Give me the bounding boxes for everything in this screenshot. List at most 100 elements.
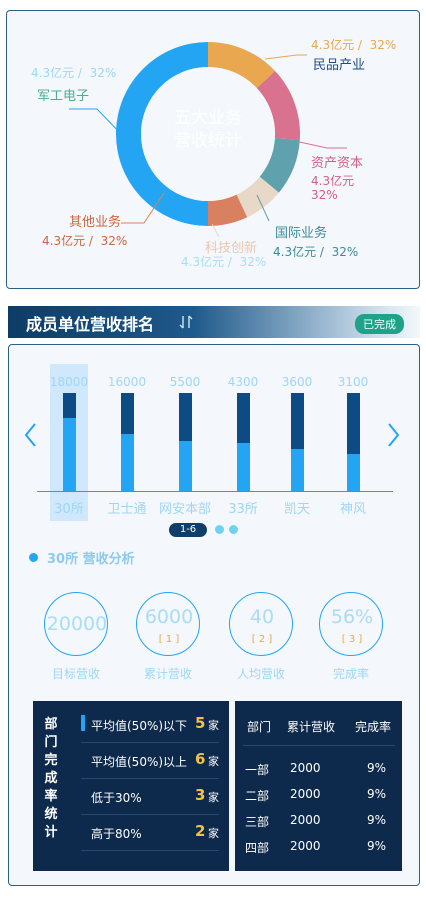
bar-segment-remaining[interactable]: [291, 393, 304, 449]
legend-value-kjcx: 4.3亿元 / 32%: [181, 255, 267, 269]
legend-name-gjyw: 国际业务: [275, 226, 328, 241]
cell-dept: 一部: [245, 763, 270, 777]
analysis-bullet-icon: [29, 553, 38, 562]
kpi-value: 40: [249, 606, 275, 628]
legend-value-gjyw: 4.3亿元 / 32%: [273, 245, 359, 259]
active-row-marker: [81, 715, 85, 731]
stat-row[interactable]: 平均值(50%)以上 6 家: [81, 743, 219, 779]
bar-category-label[interactable]: 33所: [215, 498, 271, 517]
stat-count: 2: [195, 822, 206, 840]
donut-leader-line: [294, 140, 347, 149]
bar-segment-achieved[interactable]: [179, 441, 192, 491]
kpi-value: 6000: [144, 606, 194, 628]
bar-category-label[interactable]: 神风: [325, 498, 381, 517]
kpi-label: 累计营收: [143, 667, 192, 681]
ranking-section-header: 成员单位营收排名 已完成: [8, 306, 420, 338]
legend-percent-zczb: 32%: [311, 188, 338, 202]
bar-category-label[interactable]: 凯天: [269, 498, 325, 517]
donut-center-title-line1: 五大业务: [174, 108, 242, 128]
stat-unit: 家: [208, 755, 219, 768]
donut-center-title-line2: 营收统计: [174, 131, 242, 151]
stat-count: 6: [195, 750, 206, 768]
bar-segment-achieved[interactable]: [63, 418, 76, 491]
bar-category-label[interactable]: 网安本部: [157, 498, 213, 517]
stat-label: 高于80%: [91, 827, 142, 841]
stat-count: 3: [195, 786, 206, 804]
cell-rate: 9%: [367, 839, 387, 853]
business-revenue-card: 五大业务 营收统计 4.3亿元 / 32% 民品产业 资产资本 4.3亿元 32…: [6, 10, 420, 289]
pager-current[interactable]: 1-6: [169, 523, 207, 537]
completion-stats-panel: 部门完成率统计 平均值(50%)以下 5 家 平均值(50%)以上 6 家 低于…: [33, 701, 229, 871]
kpi-per-capita-revenue: 40 [ 2 ]: [229, 592, 293, 656]
kpi-completion-rate: 56% [ 3 ]: [319, 592, 383, 656]
stat-label: 低于30%: [91, 791, 142, 805]
chart-axis-line: [37, 491, 393, 492]
ranking-card: 18000 30所 16000 卫士通 5500 网安本部 4300 33所 3600 凯天 310…: [8, 344, 420, 886]
stat-label: 平均值(50%)以下: [91, 719, 188, 733]
bar-value-label: 3100: [337, 375, 369, 389]
stats-title: 部门完成率统计: [44, 717, 58, 840]
bar-segment-remaining[interactable]: [63, 393, 76, 418]
bar-value-label: 3600: [281, 375, 313, 389]
bar-value-label: 5500: [169, 375, 201, 389]
donut-center-title: 五大业务 营收统计: [165, 107, 251, 153]
stat-count: 5: [195, 714, 206, 732]
legend-value-mpcy: 4.3亿元 / 32%: [311, 38, 397, 52]
stat-row[interactable]: 高于80% 2 家: [81, 815, 219, 851]
cell-dept: 二部: [245, 789, 270, 803]
ranking-title: 成员单位营收排名: [26, 315, 155, 334]
sort-icon[interactable]: [178, 313, 194, 331]
column-header-revenue: 累计营收: [287, 720, 336, 734]
legend-name-zczb: 资产资本: [311, 156, 364, 171]
cell-dept: 三部: [245, 815, 270, 829]
legend-value-jgdz: 4.3亿元 / 32%: [31, 66, 117, 80]
status-badge: 已完成: [355, 314, 404, 334]
pager-dot[interactable]: [215, 525, 224, 534]
stat-unit: 家: [208, 719, 219, 732]
bar-value-label: 18000: [49, 375, 89, 389]
donut-leader-line: [264, 54, 307, 60]
prev-arrow-icon[interactable]: [21, 421, 41, 449]
kpi-rank: [ 2 ]: [251, 634, 273, 645]
bar-value-label: 4300: [227, 375, 259, 389]
legend-name-mpcy: 民品产业: [313, 58, 366, 73]
bar-segment-achieved[interactable]: [237, 443, 250, 491]
bar-category-label[interactable]: 30所: [41, 498, 97, 517]
bar-segment-achieved[interactable]: [347, 454, 360, 491]
bar-segment-achieved[interactable]: [121, 434, 134, 491]
next-arrow-icon[interactable]: [383, 421, 403, 449]
stat-row[interactable]: 平均值(50%)以下 5 家: [81, 707, 219, 743]
bar-category-label[interactable]: 卫士通: [99, 498, 155, 517]
stat-row[interactable]: 低于30% 3 家: [81, 779, 219, 815]
department-table: 部门 累计营收 完成率 一部 2000 9% 二部 2000 9% 三部 200…: [235, 701, 402, 871]
cell-rate: 9%: [367, 813, 387, 827]
kpi-rank: [ 3 ]: [341, 634, 363, 645]
kpi-value: 20000: [46, 613, 108, 635]
cell-revenue: 2000: [290, 787, 321, 801]
stat-unit: 家: [208, 827, 219, 840]
cell-revenue: 2000: [290, 839, 321, 853]
column-header-dept: 部门: [247, 720, 272, 734]
header-divider: [243, 745, 395, 746]
kpi-target-revenue: 20000: [44, 592, 108, 656]
cell-revenue: 2000: [290, 761, 321, 775]
bar-segment-remaining[interactable]: [121, 393, 134, 434]
donut-leader-line: [69, 108, 125, 138]
legend-name-qtyw: 其他业务: [69, 215, 122, 230]
pager-dot[interactable]: [229, 525, 238, 534]
bar-segment-remaining[interactable]: [179, 393, 192, 441]
cell-dept: 四部: [245, 841, 270, 855]
kpi-label: 目标营收: [51, 667, 100, 681]
cell-revenue: 2000: [290, 813, 321, 827]
donut-leader-line: [211, 223, 220, 238]
column-header-rate: 完成率: [355, 720, 392, 734]
legend-value-qtyw: 4.3亿元 / 32%: [42, 234, 128, 248]
analysis-title: 30所 营收分析: [47, 552, 135, 567]
bar-segment-remaining[interactable]: [237, 393, 250, 443]
bar-segment-remaining[interactable]: [347, 393, 360, 454]
kpi-label: 人均营收: [236, 667, 285, 681]
bar-segment-achieved[interactable]: [291, 449, 304, 491]
legend-name-jgdz: 军工电子: [37, 89, 90, 104]
bar-value-label: 16000: [107, 375, 147, 389]
stat-label: 平均值(50%)以上: [91, 755, 188, 769]
